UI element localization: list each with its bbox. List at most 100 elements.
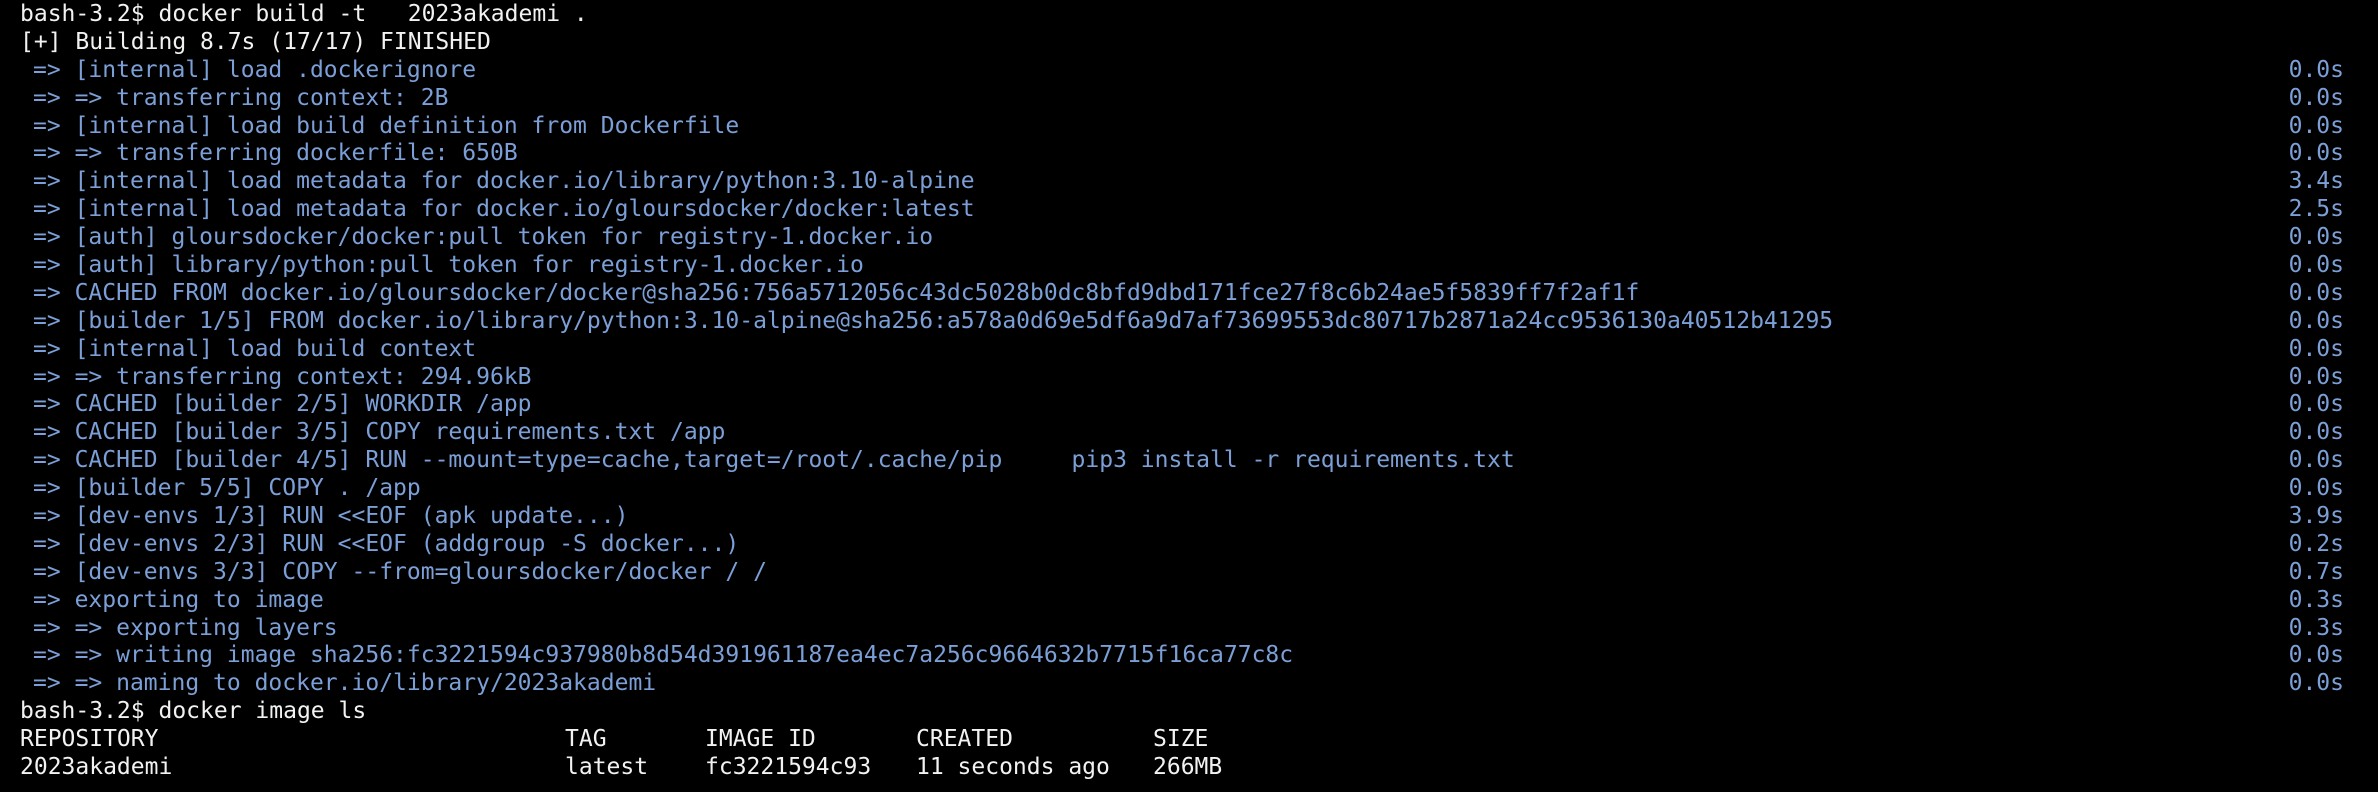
step-text: [dev-envs 1/3] RUN <<EOF (apk update...) <box>74 503 629 530</box>
build-step-line: => [internal] load .dockerignore 0.0s <box>0 57 2378 85</box>
step-text: [internal] load metadata for docker.io/g… <box>74 196 975 223</box>
step-duration: 0.0s <box>2288 363 2344 390</box>
step-text: [internal] load build definition from Do… <box>74 112 740 139</box>
step-duration: 0.0s <box>2288 56 2344 83</box>
step-duration: 0.0s <box>2288 419 2344 446</box>
step-text: => transferring context: 294.96kB <box>74 363 532 390</box>
step-duration: 3.9s <box>2288 503 2344 530</box>
build-step-line: => [auth] gloursdocker/docker:pull token… <box>0 224 2378 252</box>
cell-created: 11 seconds ago <box>916 754 1110 781</box>
step-text: [auth] library/python:pull token for reg… <box>74 252 864 279</box>
build-step-line: => [dev-envs 1/3] RUN <<EOF (apk update.… <box>0 503 2378 531</box>
step-arrow: => <box>33 558 61 585</box>
build-step-line: => => writing image sha256:fc3221594c937… <box>0 642 2378 670</box>
prompt-docker-image-ls: bash-3.2$ docker image ls <box>20 698 367 725</box>
step-text: [dev-envs 3/3] COPY --from=gloursdocker/… <box>74 558 767 585</box>
build-step: => [internal] load metadata for docker.i… <box>33 196 975 224</box>
build-step: => [dev-envs 3/3] COPY --from=gloursdock… <box>33 559 767 587</box>
cell-repository: 2023akademi <box>20 754 173 781</box>
build-step: => [internal] load metadata for docker.i… <box>33 168 975 196</box>
step-arrow: => <box>33 614 61 641</box>
step-duration: 0.2s <box>2288 530 2344 557</box>
build-step: => CACHED [builder 3/5] COPY requirement… <box>33 419 725 447</box>
build-step-line: => [dev-envs 2/3] RUN <<EOF (addgroup -S… <box>0 531 2378 559</box>
build-step-line: => exporting to image 0.3s <box>0 587 2378 615</box>
step-text: CACHED [builder 2/5] WORKDIR /app <box>74 391 532 418</box>
cell-image-id: fc3221594c93 <box>705 754 872 781</box>
build-step-line: => [internal] load build definition from… <box>0 113 2378 141</box>
step-arrow: => <box>33 586 61 613</box>
build-step-line: => [internal] load build context 0.0s <box>0 336 2378 364</box>
step-arrow: => <box>33 84 61 111</box>
step-arrow: => <box>33 112 61 139</box>
step-duration: 0.0s <box>2288 447 2344 474</box>
build-step: => [internal] load .dockerignore <box>33 57 476 85</box>
column-header-image-id: IMAGE ID <box>705 726 816 753</box>
column-header-repository: REPOSITORY <box>20 726 159 753</box>
step-duration: 0.0s <box>2288 642 2344 669</box>
step-text: [builder 1/5] FROM docker.io/library/pyt… <box>74 307 1834 334</box>
step-duration: 3.4s <box>2288 168 2344 195</box>
table-row: 2023akademi latest fc3221594c93 11 secon… <box>0 754 2378 782</box>
build-step-line: => [builder 1/5] FROM docker.io/library/… <box>0 308 2378 336</box>
build-step: => => writing image sha256:fc3221594c937… <box>33 642 1293 670</box>
step-text: => transferring context: 2B <box>74 84 449 111</box>
step-arrow: => <box>33 279 61 306</box>
step-arrow: => <box>33 391 61 418</box>
build-step: => [builder 1/5] FROM docker.io/library/… <box>33 308 1833 336</box>
step-duration: 0.0s <box>2288 112 2344 139</box>
build-step: => CACHED FROM docker.io/gloursdocker/do… <box>33 280 1639 308</box>
step-arrow: => <box>33 642 61 669</box>
step-duration: 0.0s <box>2288 475 2344 502</box>
build-step: => CACHED [builder 2/5] WORKDIR /app <box>33 391 532 419</box>
build-step-line: => [internal] load metadata for docker.i… <box>0 168 2378 196</box>
step-arrow: => <box>33 419 61 446</box>
build-step-line: => CACHED FROM docker.io/gloursdocker/do… <box>0 280 2378 308</box>
step-duration: 0.0s <box>2288 335 2344 362</box>
build-step: => CACHED [builder 4/5] RUN --mount=type… <box>33 447 1515 475</box>
build-step: => => transferring context: 2B <box>33 85 448 113</box>
step-arrow: => <box>33 140 61 167</box>
column-header-created: CREATED <box>916 726 1013 753</box>
step-text: => exporting layers <box>74 614 338 641</box>
command-line: bash-3.2$ docker image ls <box>0 698 2378 726</box>
column-header-tag: TAG <box>565 726 607 753</box>
build-step-line: => [internal] load metadata for docker.i… <box>0 196 2378 224</box>
build-step: => [dev-envs 2/3] RUN <<EOF (addgroup -S… <box>33 531 739 559</box>
build-status-line: [+] Building 8.7s (17/17) FINISHED <box>0 29 2378 57</box>
step-text: [internal] load metadata for docker.io/l… <box>74 168 975 195</box>
build-step: => => naming to docker.io/library/2023ak… <box>33 670 656 698</box>
step-text: exporting to image <box>74 586 324 613</box>
step-duration: 0.0s <box>2288 84 2344 111</box>
build-step-line: => [dev-envs 3/3] COPY --from=gloursdock… <box>0 559 2378 587</box>
step-arrow: => <box>33 196 61 223</box>
build-step-line: => CACHED [builder 3/5] COPY requirement… <box>0 419 2378 447</box>
prompt-docker-build: bash-3.2$ docker build -t 2023akademi . <box>20 1 588 27</box>
terminal-window[interactable]: bash-3.2$ docker build -t 2023akademi . … <box>0 0 2378 792</box>
step-arrow: => <box>33 56 61 83</box>
build-steps: => [internal] load .dockerignore 0.0s => =… <box>0 57 2378 698</box>
build-step-line: => => transferring context: 2B 0.0s <box>0 85 2378 113</box>
build-step: => exporting to image <box>33 587 324 615</box>
step-duration: 0.3s <box>2288 614 2344 641</box>
step-arrow: => <box>33 252 61 279</box>
step-duration: 0.0s <box>2288 140 2344 167</box>
step-arrow: => <box>33 670 61 697</box>
step-duration: 0.0s <box>2288 391 2344 418</box>
step-arrow: => <box>33 168 61 195</box>
step-text: [dev-envs 2/3] RUN <<EOF (addgroup -S do… <box>74 530 740 557</box>
step-arrow: => <box>33 224 61 251</box>
build-step: => [builder 5/5] COPY . /app <box>33 475 421 503</box>
build-step: => => exporting layers <box>33 615 338 643</box>
command-line: bash-3.2$ docker build -t 2023akademi . <box>0 1 2378 29</box>
cell-size: 266MB <box>1153 754 1223 781</box>
step-text: [internal] load .dockerignore <box>74 56 477 83</box>
step-arrow: => <box>33 363 61 390</box>
step-text: => transferring dockerfile: 650B <box>74 140 518 167</box>
step-text: CACHED [builder 4/5] RUN --mount=type=ca… <box>74 447 1515 474</box>
step-duration: 0.0s <box>2288 252 2344 279</box>
build-step-line: => => transferring dockerfile: 650B 0.0s <box>0 140 2378 168</box>
build-step-line: => CACHED [builder 4/5] RUN --mount=type… <box>0 447 2378 475</box>
step-arrow: => <box>33 530 61 557</box>
step-duration: 0.3s <box>2288 586 2344 613</box>
